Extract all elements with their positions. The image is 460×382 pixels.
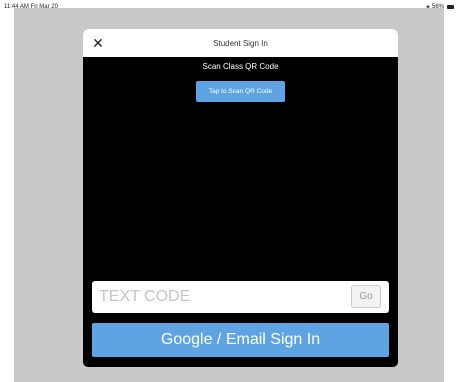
scan-qr-button[interactable]: Tap to Scan QR Code	[196, 81, 285, 102]
text-code-field: Go	[92, 281, 389, 313]
google-email-sign-in-button[interactable]: Google / Email Sign In	[92, 323, 389, 357]
modal-title: Student Sign In	[213, 38, 268, 48]
close-icon[interactable]: ✕	[91, 34, 105, 52]
scan-label: Scan Class QR Code	[202, 62, 279, 71]
battery-icon	[447, 5, 454, 9]
go-button[interactable]: Go	[351, 285, 381, 308]
modal-header: ✕ Student Sign In	[83, 29, 398, 57]
text-code-input[interactable]	[99, 281, 339, 313]
student-sign-in-modal: ✕ Student Sign In Scan Class QR Code Tap…	[83, 29, 398, 367]
